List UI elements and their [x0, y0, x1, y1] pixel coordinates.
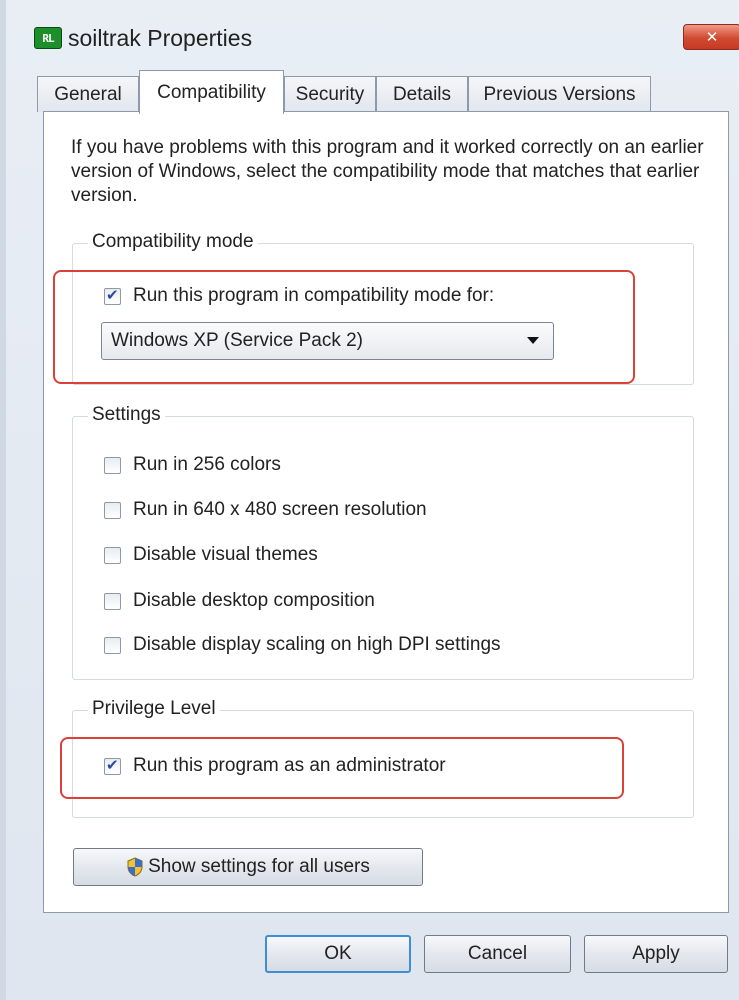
setting-visual-themes-checkbox[interactable] — [104, 546, 121, 564]
setting-256-colors-label: Run in 256 colors — [133, 454, 281, 475]
apply-button[interactable]: Apply — [584, 935, 728, 973]
settings-label: Settings — [88, 404, 165, 426]
setting-256-colors-row[interactable]: Run in 256 colors — [104, 454, 281, 476]
setting-desktop-composition-label: Disable desktop composition — [133, 590, 375, 611]
setting-dpi-scaling-label: Disable display scaling on high DPI sett… — [133, 634, 501, 655]
setting-640x480-checkbox[interactable] — [104, 501, 121, 519]
setting-desktop-composition-checkbox[interactable] — [104, 592, 121, 610]
setting-640x480-row[interactable]: Run in 640 x 480 screen resolution — [104, 499, 427, 521]
compatibility-mode-group — [72, 243, 694, 385]
show-settings-all-users-label: Show settings for all users — [148, 856, 370, 877]
compatibility-mode-label: Compatibility mode — [88, 231, 258, 253]
setting-640x480-label: Run in 640 x 480 screen resolution — [133, 499, 427, 520]
setting-dpi-scaling-row[interactable]: Disable display scaling on high DPI sett… — [104, 634, 501, 656]
run-as-admin-row[interactable]: Run this program as an administrator — [104, 755, 446, 777]
cancel-button[interactable]: Cancel — [424, 935, 571, 973]
app-icon: RL — [34, 27, 62, 49]
tab-general[interactable]: General — [37, 76, 139, 112]
window-title: soiltrak Properties — [68, 25, 253, 51]
compat-os-select[interactable]: Windows XP (Service Pack 2) — [101, 322, 554, 360]
close-icon: ✕ — [705, 28, 719, 46]
run-as-admin-checkbox[interactable] — [104, 756, 121, 775]
compat-mode-checkbox-label: Run this program in compatibility mode f… — [133, 285, 495, 306]
intro-text: If you have problems with this program a… — [71, 137, 704, 206]
setting-visual-themes-row[interactable]: Disable visual themes — [104, 544, 318, 566]
tab-previous-versions[interactable]: Previous Versions — [468, 76, 651, 112]
show-settings-all-users-button[interactable]: Show settings for all users — [73, 848, 423, 886]
chevron-down-icon — [527, 337, 539, 344]
compat-mode-checkbox-row[interactable]: Run this program in compatibility mode f… — [104, 285, 494, 307]
privilege-level-label: Privilege Level — [88, 698, 220, 720]
uac-shield-icon — [127, 857, 143, 877]
ok-button[interactable]: OK — [265, 935, 411, 973]
tab-security[interactable]: Security — [284, 76, 376, 112]
compat-mode-checkbox[interactable] — [104, 286, 121, 305]
tab-compatibility[interactable]: Compatibility — [139, 70, 284, 114]
compat-os-selected-value: Windows XP (Service Pack 2) — [111, 330, 364, 351]
tab-details[interactable]: Details — [376, 76, 468, 112]
setting-dpi-scaling-checkbox[interactable] — [104, 636, 121, 654]
close-button[interactable]: ✕ — [683, 24, 739, 50]
setting-visual-themes-label: Disable visual themes — [133, 544, 318, 565]
setting-desktop-composition-row[interactable]: Disable desktop composition — [104, 590, 375, 612]
setting-256-colors-checkbox[interactable] — [104, 456, 121, 474]
run-as-admin-label: Run this program as an administrator — [133, 755, 446, 776]
properties-window: RL soiltrak Properties ✕ General Compati… — [0, 0, 739, 1000]
title-bar: RL soiltrak Properties ✕ — [12, 0, 739, 70]
